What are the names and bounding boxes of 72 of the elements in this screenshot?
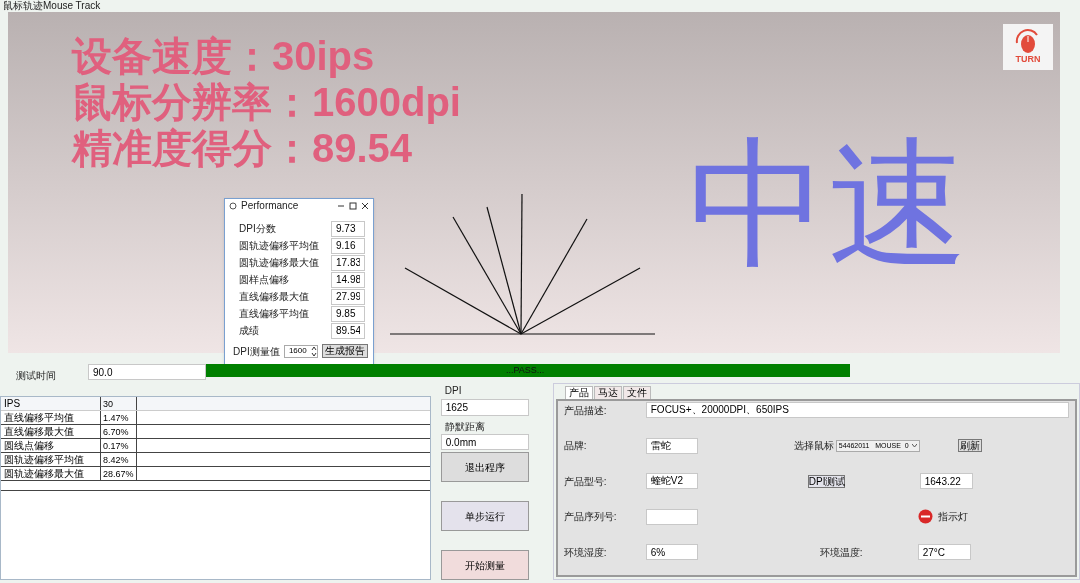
metric-field[interactable]: 17.83 (331, 254, 365, 271)
test-time-label: 测试时间 (16, 369, 57, 383)
table-cell: 圆轨迹偏移最大值 (1, 467, 101, 480)
silent-distance-field[interactable]: 0.0mm (440, 434, 529, 450)
dialog-title: Performance (241, 199, 300, 214)
metric-label: 直线偏移平均值 (239, 307, 309, 322)
dpi-field[interactable]: 1625 (440, 399, 529, 416)
metric-label: 圆样点偏移 (239, 273, 289, 288)
test-time-field[interactable]: 90.0 (88, 364, 206, 380)
metric-field[interactable]: 9.16 (331, 237, 365, 254)
serial-label: 产品序列号: (563, 510, 618, 524)
metric-field[interactable]: 89.54 (331, 322, 365, 339)
metric-field[interactable]: 9.85 (331, 305, 365, 322)
table-cell: 圆线点偏移 (1, 439, 101, 452)
generate-report-button[interactable]: 生成报告 (321, 344, 368, 359)
tab[interactable]: 马达 (593, 386, 622, 399)
model-label: 产品型号: (563, 474, 608, 489)
model-field[interactable]: 蝰蛇V2 (645, 473, 698, 489)
tab[interactable]: 产品 (564, 386, 593, 399)
metric-label: 直线偏移最大值 (239, 290, 309, 305)
silent-distance-label: 静默距离 (444, 420, 486, 434)
metric-field[interactable]: 9.73 (331, 220, 365, 237)
stat-text: 设备速度：30ips (72, 33, 376, 78)
table-cell: 28.67% (101, 467, 137, 480)
select-mouse-label: 选择鼠标 (793, 439, 835, 453)
metric-label: 圆轨迹偏移平均值 (239, 239, 319, 254)
humidity-label: 环境湿度: (563, 545, 608, 560)
table-cell: 1.47% (101, 411, 137, 424)
metric-label: DPI分数 (239, 222, 276, 237)
speed-label: 中速 (688, 123, 968, 284)
table-cell: 8.42% (101, 453, 137, 466)
table-cell: IPS (1, 397, 101, 410)
humidity-field[interactable]: 6% (645, 544, 698, 560)
metric-field[interactable]: 14.98 (331, 271, 365, 288)
progress-text: ...PASS... (506, 364, 545, 377)
action-button[interactable]: 单步运行 (440, 501, 529, 531)
temperature-label: 环境温度: (819, 545, 864, 560)
table-cell: 6.70% (101, 425, 137, 438)
close-icon[interactable] (361, 201, 369, 210)
table-cell: 0.17% (101, 439, 137, 452)
description-field[interactable]: FOCUS+、20000DPI、650IPS (645, 402, 1069, 418)
refresh-button[interactable]: 刷新 (957, 439, 982, 452)
stat-text: 鼠标分辨率：1600dpi (72, 79, 461, 124)
action-button[interactable]: 退出程序 (440, 452, 529, 482)
tab[interactable]: 文件 (622, 386, 651, 399)
metric-label: 成绩 (239, 324, 259, 339)
table-cell: 圆轨迹偏移平均值 (1, 453, 101, 466)
brand-field[interactable]: 雷蛇 (645, 437, 698, 454)
dpi-label: DPI (444, 384, 463, 398)
table-cell: 30 (101, 397, 137, 410)
description-label: 产品描述: (563, 403, 608, 418)
serial-field[interactable] (645, 508, 698, 525)
metric-field[interactable]: 27.99 (331, 288, 365, 305)
temperature-field[interactable]: 27°C (917, 544, 971, 560)
dpi-test-field[interactable]: 1643.22 (919, 473, 973, 489)
dpi-measure-spinner[interactable]: 1600 (283, 344, 318, 358)
spinner-arrows-icon[interactable] (310, 345, 317, 357)
indicator-label: 指示灯 (937, 510, 968, 524)
logo-text: TURN (1015, 55, 1041, 65)
app-icon (229, 201, 237, 210)
table-cell: 直线偏移平均值 (1, 411, 101, 424)
metric-label: 圆轨迹偏移最大值 (239, 256, 319, 271)
dpi-measure-label: DPI测量值 (233, 344, 280, 359)
caret-icon (911, 443, 917, 448)
indicator-light-icon (917, 509, 933, 524)
window-title: 鼠标轨迹Mouse Track (3, 0, 101, 11)
table-cell: 直线偏移最大值 (1, 425, 101, 438)
action-button[interactable]: 开始测量 (440, 550, 529, 580)
dpi-test-button[interactable]: DPI测试 (807, 474, 845, 488)
brand-label: 品牌: (563, 439, 588, 453)
maximize-icon[interactable] (349, 201, 357, 210)
stat-text: 精准度得分：89.54 (72, 125, 414, 170)
